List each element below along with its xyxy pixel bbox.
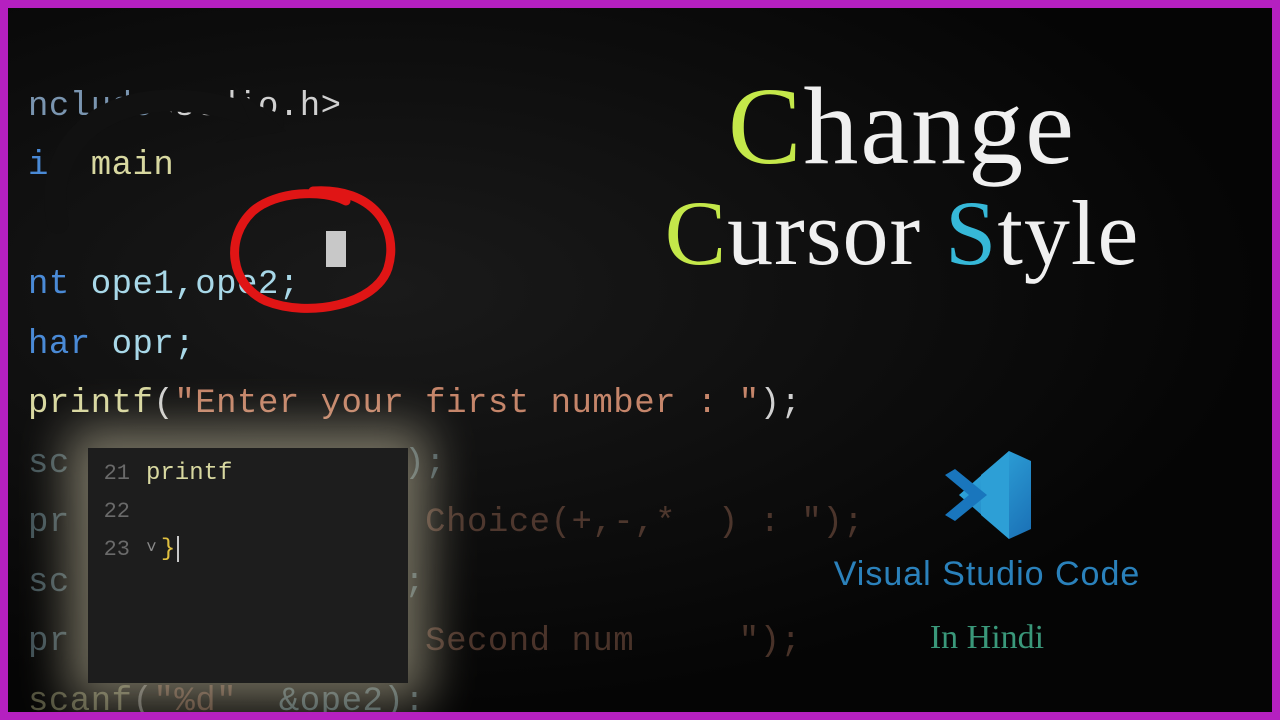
inset-row: 21 printf	[98, 454, 398, 494]
vscode-label: Visual Studio Code	[772, 555, 1202, 594]
block-cursor	[326, 231, 346, 267]
code-line: scanf	[28, 683, 133, 720]
inset-editor-panel: 21 printf 22 23 ˅ }	[88, 448, 408, 683]
thumbnail-frame: nclude<stdio.h> id main nt ope1,ope2; ha…	[0, 0, 1280, 720]
line-number: 22	[98, 494, 146, 530]
line-cursor	[177, 536, 179, 562]
language-label: In Hindi	[772, 619, 1202, 657]
inset-row: 23 ˅ }	[98, 530, 398, 570]
fold-icon: ˅	[146, 535, 157, 565]
code-line: har	[28, 326, 91, 364]
vscode-branding: Visual Studio Code In Hindi	[772, 445, 1202, 657]
code-line: printf	[28, 385, 153, 423]
code-line: nt	[28, 266, 70, 304]
code-include: nclude<stdio.h>	[28, 88, 342, 126]
code-line: id	[28, 147, 70, 185]
vscode-logo-icon	[937, 445, 1037, 545]
inset-row: 22	[98, 494, 398, 530]
line-number: 23	[98, 532, 146, 568]
line-number: 21	[98, 456, 146, 492]
